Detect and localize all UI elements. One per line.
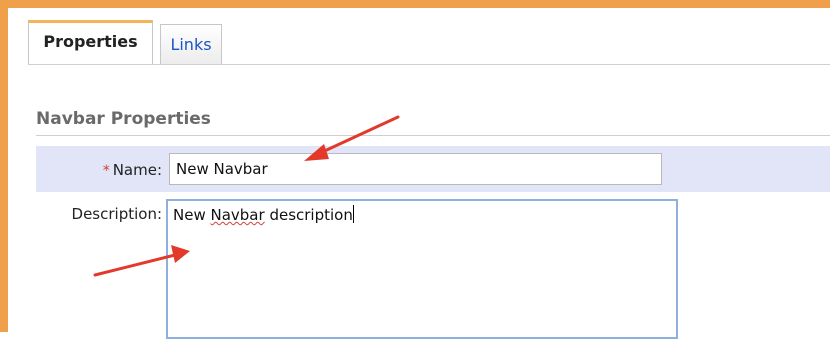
- annotation-arrows: [93, 115, 400, 277]
- arrow-to-description-field: [93, 245, 190, 277]
- arrow-to-name-field: [304, 115, 400, 161]
